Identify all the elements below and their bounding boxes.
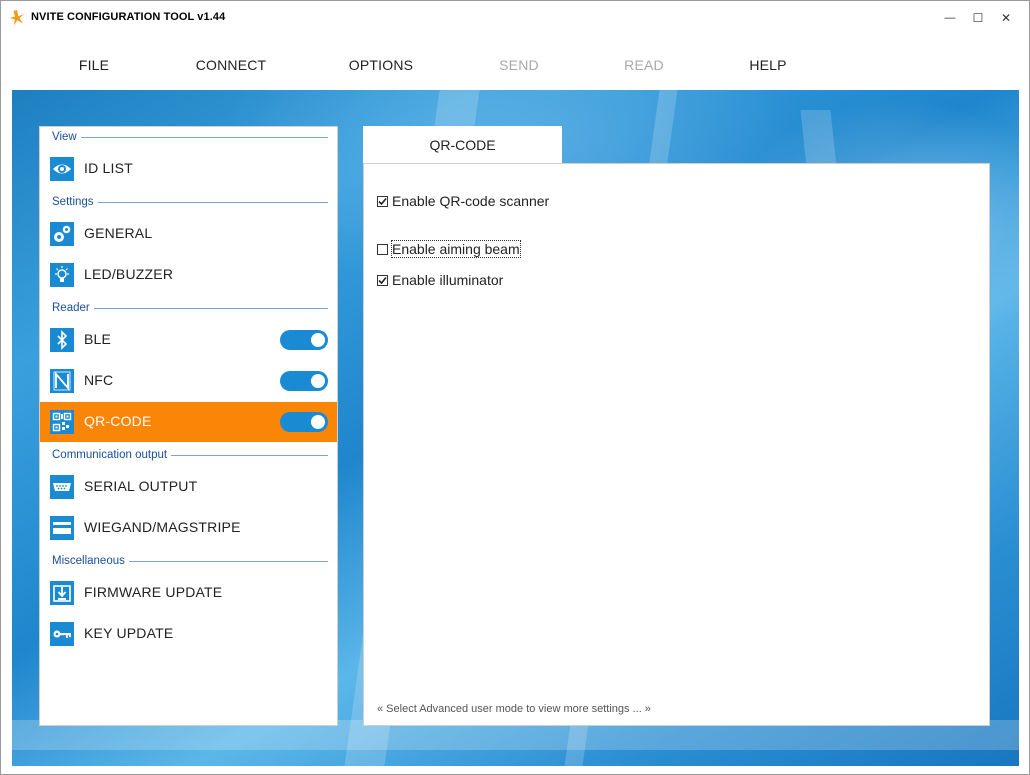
qr-code-toggle[interactable] [280,412,328,432]
sidebar-item-label: NFC [84,372,114,388]
download-chip-icon [50,581,74,605]
menu-read[interactable]: READ [624,57,664,73]
menu-options[interactable]: OPTIONS [349,57,413,73]
toggle-knob [311,374,325,388]
sidebar-item-label: FIRMWARE UPDATE [84,584,223,600]
qr-code-icon [50,410,74,434]
sidebar: View ID LIST Settings GENERAL LED/BUZZER… [39,126,338,726]
sidebar-item-label: SERIAL OUTPUT [84,478,198,494]
enable-illuminator-checkbox[interactable] [377,274,388,286]
minimize-button[interactable]: — [935,1,965,35]
menu-connect[interactable]: CONNECT [196,57,267,73]
menu-send[interactable]: SEND [499,57,539,73]
ble-toggle[interactable] [280,330,328,350]
gears-icon [50,222,74,246]
sidebar-item-wiegand-magstripe[interactable]: WIEGAND/MAGSTRIPE [40,508,337,548]
enable-aiming-beam-label: Enable aiming beam [391,240,521,258]
enable-qr-scanner-checkbox[interactable] [377,195,388,207]
section-miscellaneous: Miscellaneous [52,554,328,568]
sidebar-item-label: ID LIST [84,160,133,176]
section-reader: Reader [52,301,328,315]
sidebar-item-label: WIEGAND/MAGSTRIPE [84,519,241,535]
key-icon [50,622,74,646]
menu-help[interactable]: HELP [749,57,786,73]
sidebar-item-label: QR-CODE [84,413,152,429]
sidebar-item-led-buzzer[interactable]: LED/BUZZER [40,255,337,295]
sidebar-item-firmware-update[interactable]: FIRMWARE UPDATE [40,573,337,613]
app-window: NVITE CONFIGURATION TOOL v1.44 — ☐ ✕ FIL… [0,0,1030,775]
tab-qr-code[interactable]: QR-CODE [363,126,562,163]
toggle-knob [311,415,325,429]
section-view: View [52,130,328,144]
enable-aiming-beam-option[interactable]: Enable aiming beam [377,240,521,258]
sidebar-item-label: BLE [84,331,112,347]
maximize-icon: ☐ [972,11,984,25]
lightbulb-icon [50,263,74,287]
menu-bar: FILE CONNECT OPTIONS SEND READ HELP [1,35,1029,89]
app-logo-icon [9,10,25,26]
window-title: NVITE CONFIGURATION TOOL v1.44 [31,11,226,23]
close-icon: ✕ [1000,11,1012,25]
serial-port-icon [50,475,74,499]
maximize-button[interactable]: ☐ [963,1,993,35]
enable-qr-scanner-label: Enable QR-code scanner [392,193,550,209]
enable-qr-scanner-option[interactable]: Enable QR-code scanner [377,193,549,209]
eye-icon [50,157,74,181]
menu-file[interactable]: FILE [79,57,109,73]
toggle-knob [311,333,325,347]
section-communication-output: Communication output [52,448,328,462]
enable-illuminator-label: Enable illuminator [392,272,504,288]
nfc-icon [50,369,74,393]
sidebar-item-label: GENERAL [84,225,153,241]
card-icon [50,516,74,540]
sidebar-item-id-list[interactable]: ID LIST [40,149,337,189]
section-settings: Settings [52,195,328,209]
sidebar-item-serial-output[interactable]: SERIAL OUTPUT [40,467,337,507]
sidebar-item-label: KEY UPDATE [84,625,174,641]
sidebar-item-nfc[interactable]: NFC [40,361,337,401]
enable-illuminator-option[interactable]: Enable illuminator [377,272,503,288]
enable-aiming-beam-checkbox[interactable] [377,243,388,255]
sidebar-item-label: LED/BUZZER [84,266,174,282]
settings-panel: Enable QR-code scanner Enable aiming bea… [363,163,990,726]
minimize-icon: — [944,12,956,24]
sidebar-item-ble[interactable]: BLE [40,320,337,360]
close-button[interactable]: ✕ [991,1,1021,35]
title-bar: NVITE CONFIGURATION TOOL v1.44 — ☐ ✕ [1,1,1029,35]
advanced-mode-hint: « Select Advanced user mode to view more… [377,703,651,715]
sidebar-item-qr-code[interactable]: QR-CODE [40,402,337,442]
sidebar-item-general[interactable]: GENERAL [40,214,337,254]
sidebar-item-key-update[interactable]: KEY UPDATE [40,614,337,654]
bluetooth-icon [50,328,74,352]
nfc-toggle[interactable] [280,371,328,391]
